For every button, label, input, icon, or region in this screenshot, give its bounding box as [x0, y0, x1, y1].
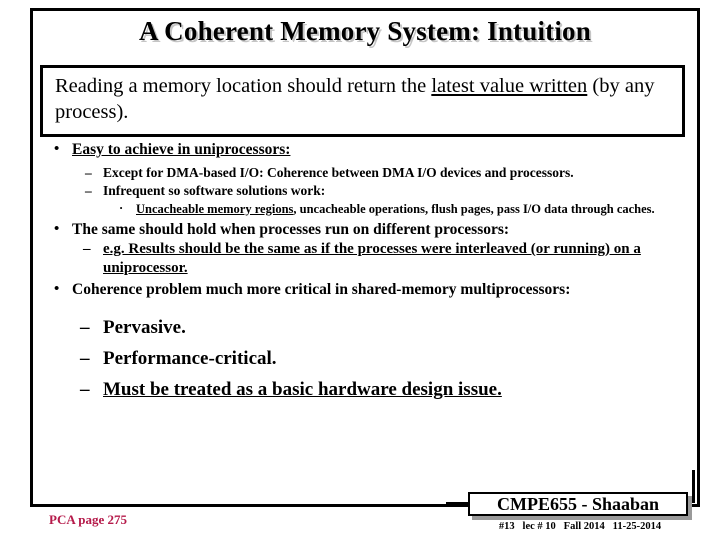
bullet-label-different-processors: The same should hold when processes run … — [72, 220, 510, 238]
course-badge: CMPE655 - Shaaban — [468, 492, 688, 516]
bullet-marker-dash-icon: – — [85, 183, 92, 198]
bullet-marker-dot-icon: • — [54, 141, 60, 157]
bullet-marker-smalldot-icon: · — [119, 200, 124, 215]
pca-reference: PCA page 275 — [49, 512, 127, 527]
bullet-item-easy-uniprocessors: • Easy to achieve in uniprocessors: — [40, 140, 695, 160]
bullet-marker-dash-icon: – — [83, 241, 91, 257]
bullet-item-different-processors: • The same should hold when processes ru… — [40, 220, 695, 240]
quote-text: Reading a memory location should return … — [55, 73, 674, 125]
bullet-item-dma-exception: – Except for DMA-based I/O: Coherence be… — [40, 164, 695, 182]
bullet-marker-dot-icon: • — [54, 220, 60, 237]
bullet-label-uncacheable-emphasis: Uncacheable memory regions — [136, 201, 294, 216]
bullet-label-easy-uniprocessors: Easy to achieve in uniprocessors: — [72, 141, 291, 158]
bullet-label-pervasive: Pervasive. — [103, 316, 186, 338]
lecture-meta: #13 lec # 10 Fall 2014 11-25-2014 — [498, 521, 662, 532]
quote-text-emphasis: latest value written — [431, 75, 588, 97]
bullet-item-uncacheable-regions: · Uncacheable memory regions, uncacheabl… — [40, 201, 695, 217]
bullet-list: • Easy to achieve in uniprocessors: – Ex… — [40, 140, 695, 403]
bullet-item-software-solutions: – Infrequent so software solutions work: — [40, 182, 695, 200]
page-title: A Coherent Memory System: Intuition — [139, 16, 591, 46]
badge-connector-right — [692, 470, 695, 502]
quote-box: Reading a memory location should return … — [40, 65, 685, 137]
bullet-label-interleaved-results: e.g. Results should be the same as if th… — [103, 241, 641, 276]
bullet-item-performance-critical: – Performance-critical. — [40, 345, 695, 372]
badge-connector-left — [446, 502, 468, 505]
bullet-item-interleaved-results: – e.g. Results should be the same as if … — [40, 240, 695, 278]
bullet-label-hardware-design-issue: Must be treated as a basic hardware desi… — [103, 378, 502, 400]
bullet-label-performance-critical: Performance-critical. — [103, 347, 277, 369]
quote-text-part1: Reading a memory location should return … — [55, 75, 432, 97]
bullet-label-uncacheable-rest: , uncacheable operations, flush pages, p… — [293, 201, 655, 216]
bullet-marker-dash-icon: – — [80, 378, 90, 400]
bullet-marker-dot-icon: • — [54, 281, 60, 297]
bullet-item-coherence-critical: • Coherence problem much more critical i… — [40, 280, 695, 300]
bullet-item-hardware-design-issue: – Must be treated as a basic hardware de… — [40, 376, 695, 403]
bullet-label-dma-exception: Except for DMA-based I/O: Coherence betw… — [103, 164, 574, 180]
bullet-marker-dash-icon: – — [80, 316, 90, 338]
bullet-marker-dash-icon: – — [85, 164, 92, 180]
bullet-marker-dash-icon: – — [80, 347, 90, 369]
bullet-item-pervasive: – Pervasive. — [40, 314, 695, 341]
course-badge-group: CMPE655 - Shaaban — [446, 470, 695, 520]
bullet-label-coherence-critical: Coherence problem much more critical in … — [72, 281, 571, 298]
bullet-label-software-solutions: Infrequent so software solutions work: — [103, 183, 326, 198]
